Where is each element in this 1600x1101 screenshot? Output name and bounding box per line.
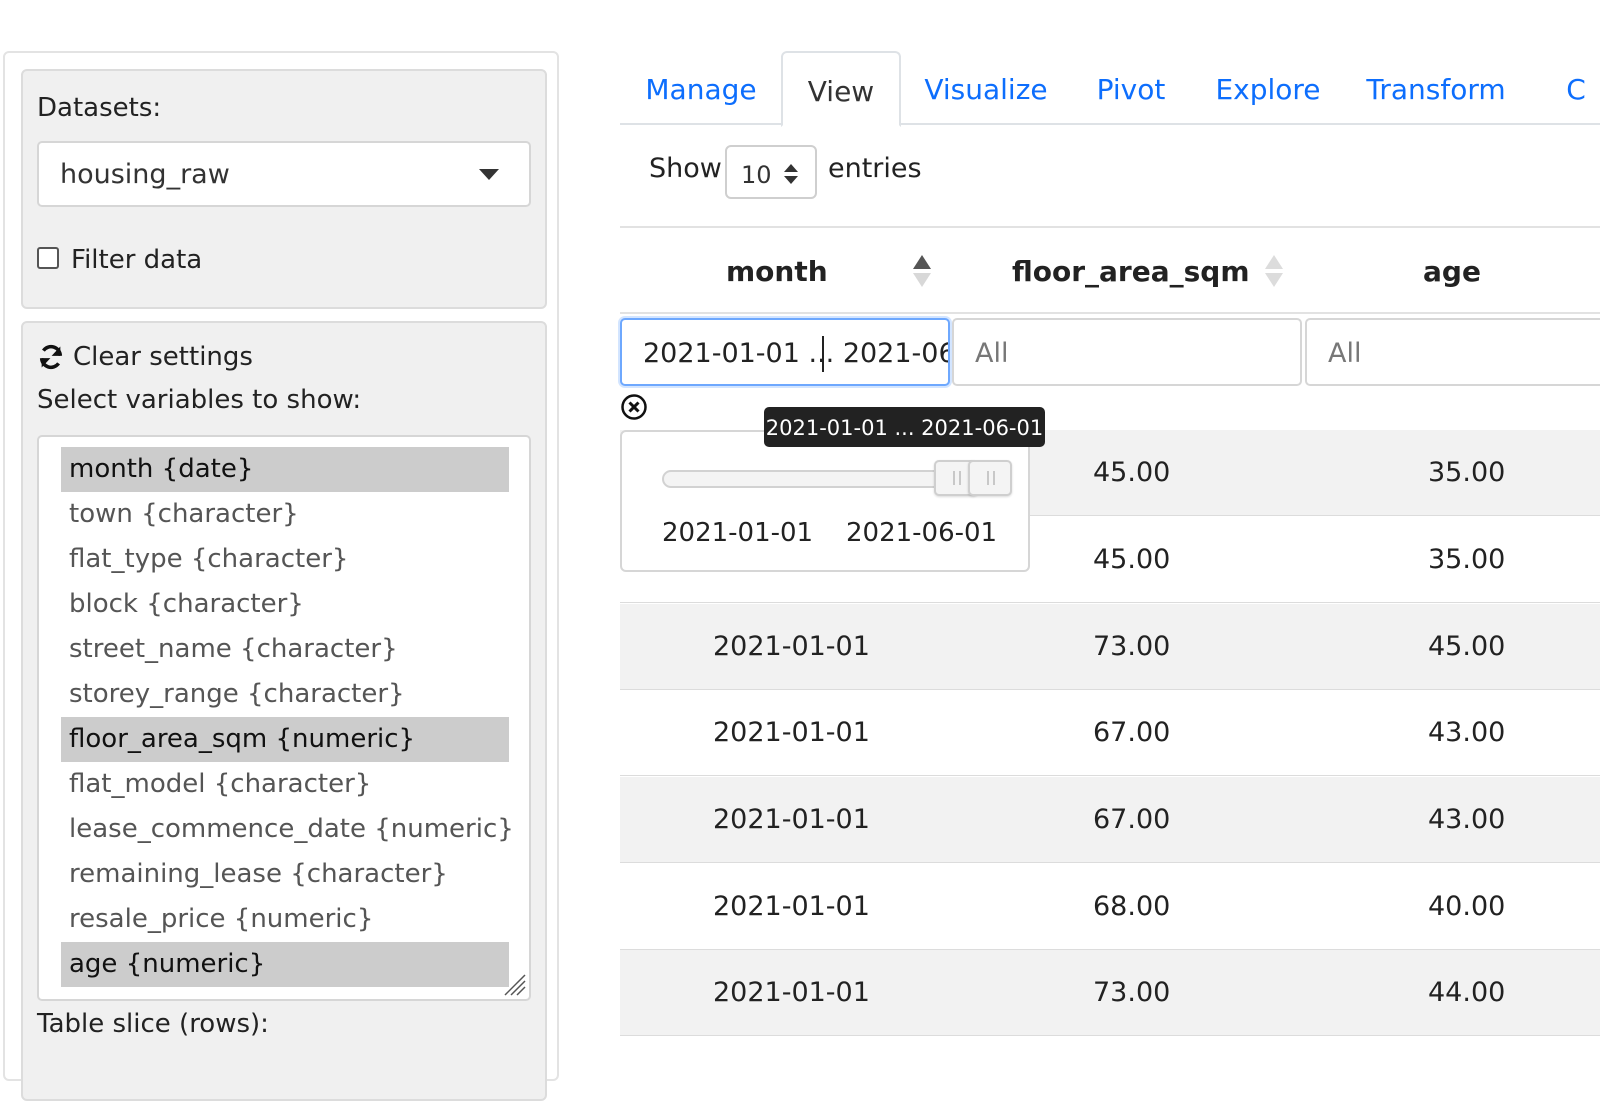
floor-area-filter-input[interactable]: All: [952, 318, 1302, 386]
variable-option[interactable]: month {date}: [61, 447, 509, 492]
show-label: Show: [649, 153, 722, 184]
header-bottom-border: [620, 312, 1600, 314]
column-header-age[interactable]: age: [1423, 255, 1481, 288]
clear-filter-icon[interactable]: [620, 393, 648, 421]
chevron-down-icon: [479, 169, 499, 180]
variable-option[interactable]: remaining_lease {character}: [61, 852, 509, 897]
tab-manage[interactable]: Manage: [634, 51, 768, 125]
variable-option[interactable]: town {character}: [61, 492, 509, 537]
refresh-icon[interactable]: [37, 343, 65, 371]
tab-visualize[interactable]: Visualize: [916, 51, 1056, 125]
month-filter-value: 2021-01-01 ... 2021-06-01: [643, 338, 948, 369]
cell-age: 40.00: [1428, 891, 1506, 922]
variable-option[interactable]: flat_model {character}: [61, 762, 509, 807]
variable-option[interactable]: age {numeric}: [61, 942, 509, 987]
variable-option[interactable]: flat_type {character}: [61, 537, 509, 582]
month-filter-input[interactable]: 2021-01-01 ... 2021-06-01: [620, 318, 950, 386]
dataset-well: Datasets: housing_raw Filter data: [21, 69, 547, 309]
main-tabs: Manage View Visualize Pivot Explore Tran…: [620, 51, 1600, 127]
cell-floor-area-sqm: 73.00: [1093, 631, 1171, 662]
cell-floor-area-sqm: 68.00: [1093, 891, 1171, 922]
variable-option[interactable]: floor_area_sqm {numeric}: [61, 717, 509, 762]
cell-age: 43.00: [1428, 804, 1506, 835]
cell-month: 2021-01-01: [713, 977, 870, 1008]
cell-month: 2021-01-01: [713, 717, 870, 748]
sidebar-panel: Datasets: housing_raw Filter data Clear …: [3, 51, 559, 1101]
cell-floor-area-sqm: 67.00: [1093, 717, 1171, 748]
variable-option[interactable]: storey_range {character}: [61, 672, 509, 717]
column-header-month[interactable]: month: [726, 255, 828, 288]
range-slider-handle-max[interactable]: [968, 460, 1012, 496]
row-divider: [620, 775, 1600, 776]
cell-floor-area-sqm: 73.00: [1093, 977, 1171, 1008]
filter-data-label[interactable]: Filter data: [71, 245, 202, 275]
tab-transform[interactable]: Transform: [1360, 51, 1512, 125]
age-filter-input[interactable]: All: [1305, 318, 1600, 386]
variable-option[interactable]: lease_commence_date {numeric}: [61, 807, 514, 852]
datasets-label: Datasets:: [37, 93, 162, 123]
cell-month: 2021-01-01: [713, 631, 870, 662]
variable-option[interactable]: street_name {character}: [61, 627, 509, 672]
row-divider: [620, 602, 1600, 603]
cell-floor-area-sqm: 45.00: [1093, 457, 1171, 488]
cell-age: 35.00: [1428, 544, 1506, 575]
table-row: 2021-01-01 73.00 45.00: [620, 604, 1600, 690]
variables-listbox[interactable]: month {date} town {character} flat_type …: [37, 435, 531, 1001]
age-filter-placeholder: All: [1328, 338, 1362, 369]
variables-well: Clear settings Select variables to show:…: [21, 321, 547, 1101]
cell-age: 45.00: [1428, 631, 1506, 662]
sort-asc-icon[interactable]: [912, 254, 932, 288]
cell-age: 43.00: [1428, 717, 1506, 748]
cell-age: 35.00: [1428, 457, 1506, 488]
range-min-label: 2021-01-01: [662, 518, 814, 548]
cell-month: 2021-01-01: [713, 891, 870, 922]
date-range-popup: 2021-01-01 2021-06-01: [620, 430, 1030, 572]
floor-area-filter-placeholder: All: [975, 338, 1009, 369]
table-row: 2021-01-01 67.00 43.00: [620, 690, 1600, 776]
clear-settings-link[interactable]: Clear settings: [73, 342, 253, 372]
range-max-label: 2021-06-01: [846, 518, 998, 548]
dataset-select[interactable]: housing_raw: [37, 141, 531, 207]
cell-month: 2021-01-01: [713, 804, 870, 835]
resize-grip-icon[interactable]: [501, 971, 527, 997]
table-row: 2021-01-01 68.00 40.00: [620, 864, 1600, 950]
tab-overflow[interactable]: C: [1556, 51, 1596, 125]
variable-option[interactable]: block {character}: [61, 582, 509, 627]
table-row: 2021-01-01 67.00 43.00: [620, 777, 1600, 863]
table-top-border: [620, 226, 1600, 228]
cell-age: 44.00: [1428, 977, 1506, 1008]
row-divider: [620, 862, 1600, 863]
entries-select-value: 10: [741, 161, 772, 189]
select-variables-label: Select variables to show:: [37, 385, 362, 415]
sort-updown-icon: [784, 164, 798, 184]
variable-option[interactable]: resale_price {numeric}: [61, 897, 509, 942]
cell-floor-area-sqm: 45.00: [1093, 544, 1171, 575]
dataset-select-value: housing_raw: [60, 159, 230, 190]
row-divider: [620, 1035, 1600, 1036]
column-header-floor-area-sqm[interactable]: floor_area_sqm: [1012, 255, 1250, 288]
tab-pivot[interactable]: Pivot: [1088, 51, 1174, 125]
cell-floor-area-sqm: 67.00: [1093, 804, 1171, 835]
range-tooltip: 2021-01-01 ... 2021-06-01: [764, 407, 1045, 447]
table-slice-label: Table slice (rows):: [37, 1009, 269, 1039]
filter-data-checkbox[interactable]: [37, 247, 59, 269]
tab-explore[interactable]: Explore: [1208, 51, 1328, 125]
tab-view[interactable]: View: [781, 51, 901, 127]
sort-both-icon[interactable]: [1264, 254, 1284, 288]
entries-select[interactable]: 10: [725, 145, 817, 199]
text-cursor: [822, 336, 824, 372]
entries-label: entries: [828, 153, 922, 184]
table-row: 2021-01-01 73.00 44.00: [620, 950, 1600, 1036]
